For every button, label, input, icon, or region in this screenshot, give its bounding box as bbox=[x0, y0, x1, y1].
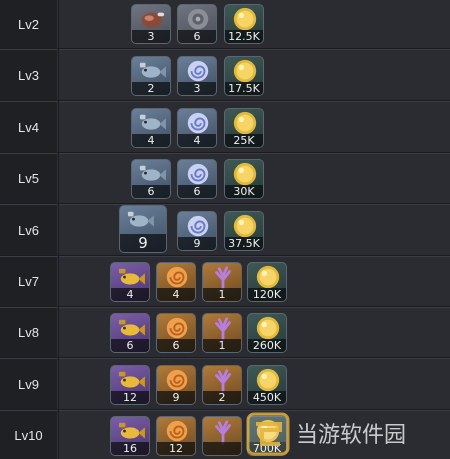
materials-cell: 12 9 2 450K bbox=[59, 358, 450, 409]
material-item[interactable]: 6 bbox=[131, 159, 171, 199]
item-quantity: 12 bbox=[111, 391, 149, 404]
level-label: Lv4 bbox=[0, 101, 58, 152]
material-item[interactable]: 3 bbox=[131, 4, 171, 44]
material-item[interactable]: 9 bbox=[119, 205, 167, 253]
material-item[interactable]: 6 bbox=[177, 159, 217, 199]
material-item[interactable]: 16 bbox=[110, 416, 150, 456]
material-item[interactable]: 3 bbox=[177, 56, 217, 96]
level-label: Lv9 bbox=[0, 358, 58, 409]
material-item[interactable]: 9 bbox=[156, 365, 196, 405]
level-label: Lv2 bbox=[0, 0, 58, 48]
item-quantity: 6 bbox=[157, 339, 195, 352]
item-quantity: 3 bbox=[132, 30, 170, 43]
materials-cell: 6 6 1 260K bbox=[59, 307, 450, 357]
item-quantity: 17.5K bbox=[225, 82, 263, 95]
material-item[interactable]: 120K bbox=[247, 262, 287, 302]
level-label: Lv3 bbox=[0, 49, 58, 100]
item-quantity: 260K bbox=[248, 339, 286, 352]
item-quantity: 4 bbox=[132, 134, 170, 147]
item-quantity: 6 bbox=[178, 185, 216, 198]
material-item[interactable]: 1 bbox=[202, 313, 242, 353]
item-quantity: 16 bbox=[111, 442, 149, 455]
item-quantity: 6 bbox=[132, 185, 170, 198]
material-item[interactable] bbox=[202, 416, 242, 456]
table-row: Lv7 4 4 1 120K bbox=[0, 256, 450, 306]
materials-cell: 4 4 1 120K bbox=[59, 256, 450, 306]
table-row: Lv2 3 6 12.5K bbox=[0, 0, 450, 48]
level-label: Lv8 bbox=[0, 307, 58, 357]
material-item[interactable]: 2 bbox=[131, 56, 171, 96]
item-quantity: 6 bbox=[178, 30, 216, 43]
item-quantity: 4 bbox=[111, 288, 149, 301]
upgrade-cost-table: Lv2 3 6 12.5K Lv3 2 3 17.5K Lv4 4 4 25K Lv5 6 6 30K Lv6 9… bbox=[0, 0, 450, 459]
material-item[interactable]: 450K bbox=[247, 365, 287, 405]
item-quantity: 12.5K bbox=[225, 30, 263, 43]
material-item[interactable]: 12 bbox=[156, 416, 196, 456]
item-quantity: 3 bbox=[178, 82, 216, 95]
item-quantity: 25K bbox=[225, 134, 263, 147]
material-item[interactable]: 37.5K bbox=[224, 211, 264, 251]
material-item[interactable]: 2 bbox=[202, 365, 242, 405]
material-item[interactable]: 260K bbox=[247, 313, 287, 353]
item-quantity: 37.5K bbox=[225, 237, 263, 250]
item-quantity: 2 bbox=[132, 82, 170, 95]
material-item[interactable]: 4 bbox=[131, 108, 171, 148]
table-row: Lv8 6 6 1 260K bbox=[0, 307, 450, 357]
table-row: Lv5 6 6 30K bbox=[0, 153, 450, 203]
item-quantity: 6 bbox=[111, 339, 149, 352]
table-row: Lv4 4 4 25K bbox=[0, 101, 450, 152]
table-row: Lv9 12 9 2 450K bbox=[0, 358, 450, 409]
material-item[interactable]: 6 bbox=[177, 4, 217, 44]
item-quantity: 2 bbox=[203, 391, 241, 404]
item-quantity: 9 bbox=[157, 391, 195, 404]
material-item[interactable]: 12.5K bbox=[224, 4, 264, 44]
material-item[interactable]: 1 bbox=[202, 262, 242, 302]
materials-cell: 2 3 17.5K bbox=[59, 49, 450, 100]
item-quantity: 4 bbox=[178, 134, 216, 147]
table-row: Lv3 2 3 17.5K bbox=[0, 49, 450, 100]
svg-text:当游软件园: 当游软件园 bbox=[296, 423, 406, 448]
item-quantity: 9 bbox=[120, 234, 166, 252]
watermark-logo: 当游软件园 bbox=[240, 410, 445, 459]
item-quantity: 120K bbox=[248, 288, 286, 301]
level-label: Lv5 bbox=[0, 153, 58, 203]
level-label: Lv6 bbox=[0, 204, 58, 255]
item-quantity: 9 bbox=[178, 237, 216, 250]
item-quantity: 30K bbox=[225, 185, 263, 198]
material-item[interactable]: 30K bbox=[224, 159, 264, 199]
material-item[interactable]: 6 bbox=[110, 313, 150, 353]
item-quantity: 1 bbox=[203, 288, 241, 301]
level-label: Lv7 bbox=[0, 256, 58, 306]
table-row: Lv6 9 9 37.5K bbox=[0, 204, 450, 255]
material-item[interactable]: 12 bbox=[110, 365, 150, 405]
material-item[interactable]: 6 bbox=[156, 313, 196, 353]
materials-cell: 6 6 30K bbox=[59, 153, 450, 203]
materials-cell: 4 4 25K bbox=[59, 101, 450, 152]
level-label: Lv10 bbox=[0, 410, 58, 459]
item-quantity: 1 bbox=[203, 339, 241, 352]
materials-cell: 3 6 12.5K bbox=[59, 0, 450, 48]
material-item[interactable]: 17.5K bbox=[224, 56, 264, 96]
material-item[interactable]: 9 bbox=[177, 211, 217, 251]
item-quantity: 450K bbox=[248, 391, 286, 404]
material-item[interactable]: 4 bbox=[177, 108, 217, 148]
material-item[interactable]: 25K bbox=[224, 108, 264, 148]
material-item[interactable]: 4 bbox=[156, 262, 196, 302]
item-quantity: 12 bbox=[157, 442, 195, 455]
item-quantity: 4 bbox=[157, 288, 195, 301]
material-item[interactable]: 4 bbox=[110, 262, 150, 302]
materials-cell: 9 9 37.5K bbox=[59, 204, 450, 255]
item-quantity bbox=[203, 442, 241, 455]
